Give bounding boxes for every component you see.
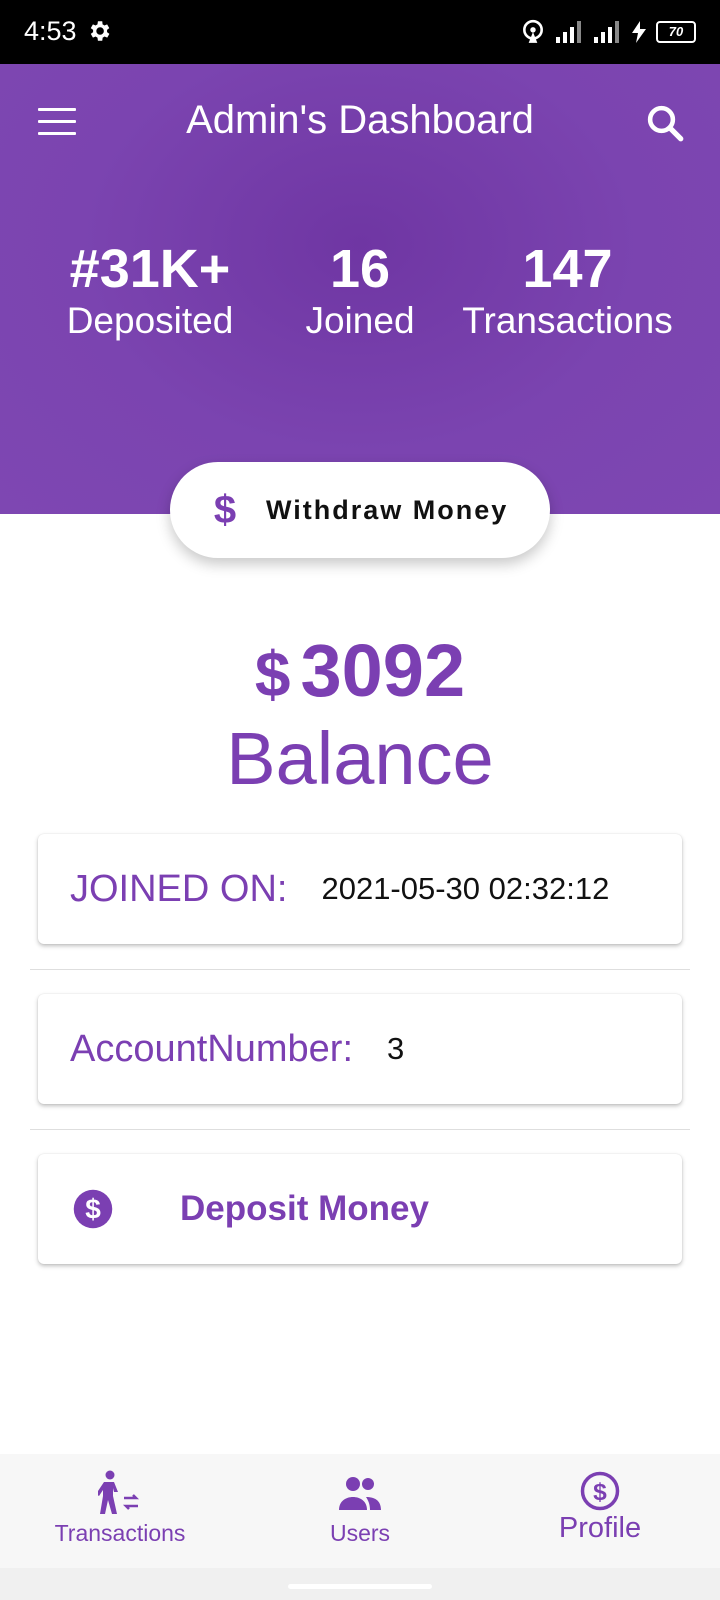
home-indicator[interactable] (288, 1584, 432, 1589)
stat-label: Deposited (66, 300, 234, 341)
nav-item-users[interactable]: Users (300, 1454, 420, 1568)
signal-icon-2 (594, 21, 619, 43)
account-number-value: 3 (387, 1031, 405, 1066)
nav-label-users: Users (329, 1520, 391, 1546)
balance-amount: $3092 (0, 628, 720, 713)
status-time: 4:53 (24, 16, 77, 46)
transactions-icon (98, 1470, 140, 1514)
users-icon (339, 1477, 381, 1510)
dashboard-header: Admin's Dashboard #31K+ Deposited 16 Joi… (0, 64, 720, 514)
svg-text:$: $ (593, 1479, 607, 1506)
dollar-icon: $ (213, 487, 237, 532)
account-number-card: AccountNumber: 3 (38, 994, 682, 1104)
status-bar: 4:53 70 (0, 0, 720, 64)
stat-label: Transactions (462, 300, 673, 341)
settings-gear-icon (90, 21, 110, 41)
gesture-bar (0, 1568, 720, 1600)
nav-item-profile[interactable]: $ Profile (530, 1454, 670, 1568)
stat-label: Joined (305, 300, 415, 341)
joined-on-label: JOINED ON: (70, 867, 288, 910)
balance-label: Balance (226, 717, 494, 800)
stat-transactions: 147 Transactions (460, 240, 675, 344)
charging-bolt-icon (632, 21, 646, 43)
joined-on-value: 2021-05-30 02:32:12 (321, 871, 610, 906)
balance-currency: $ (254, 638, 291, 710)
withdraw-money-label: Withdraw Money (266, 494, 509, 525)
stat-joined: 16 Joined (290, 240, 430, 344)
deposit-money-button[interactable]: $ Deposit Money (38, 1154, 682, 1264)
page-title: Admin's Dashboard (186, 98, 534, 142)
deposit-money-label: Deposit Money (180, 1189, 429, 1228)
stat-deposited: #31K+ Deposited (50, 240, 250, 344)
divider (30, 969, 690, 970)
account-number-label: AccountNumber: (70, 1027, 354, 1070)
joined-on-card: JOINED ON: 2021-05-30 02:32:12 (38, 834, 682, 944)
status-icons: 70 (520, 18, 696, 46)
signal-icon (556, 21, 581, 43)
stats-row: #31K+ Deposited 16 Joined 147 Transactio… (0, 240, 720, 360)
nav-label-profile: Profile (558, 1512, 642, 1544)
nav-label-transactions: Transactions (54, 1520, 186, 1546)
search-icon[interactable] (644, 102, 686, 144)
stat-value: 147 (522, 239, 613, 299)
stat-value: #31K+ (69, 239, 231, 299)
nav-item-transactions[interactable]: Transactions (40, 1454, 200, 1568)
bottom-navigation: Transactions Users $ Profile (0, 1454, 720, 1568)
withdraw-money-button[interactable]: $ Withdraw Money (170, 462, 550, 558)
hotspot-icon (523, 19, 543, 43)
divider (30, 1129, 690, 1130)
battery-icon: 70 (656, 21, 696, 43)
dollar-circle-icon: $ (73, 1189, 113, 1229)
balance-value: 3092 (300, 629, 466, 712)
stat-value: 16 (329, 239, 391, 299)
profile-dollar-icon: $ (580, 1471, 620, 1511)
svg-text:$: $ (85, 1194, 101, 1225)
